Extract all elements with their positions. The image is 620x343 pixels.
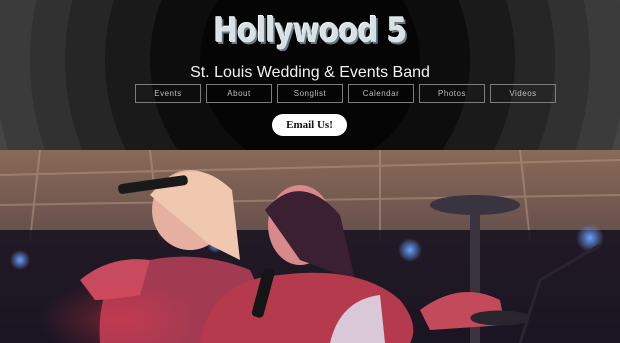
nav-item-about[interactable]: About [206, 84, 272, 103]
site-logo[interactable]: Hollywood 5 [43, 8, 576, 54]
nav-item-events[interactable]: Events [135, 84, 201, 103]
hero-photo [0, 150, 620, 343]
main-nav: Events About Songlist Calendar Photos Vi… [135, 84, 556, 103]
stage-light [10, 250, 30, 270]
nav-item-songlist[interactable]: Songlist [277, 84, 343, 103]
stage-light [398, 238, 422, 262]
band-photo-illustration [0, 150, 620, 343]
nav-item-photos[interactable]: Photos [419, 84, 485, 103]
site-tagline: St. Louis Wedding & Events Band [190, 64, 430, 81]
nav-item-videos[interactable]: Videos [490, 84, 556, 103]
nav-item-calendar[interactable]: Calendar [348, 84, 414, 103]
site-header: Hollywood 5 St. Louis Wedding & Events B… [0, 0, 620, 150]
stage-light [576, 224, 604, 252]
email-us-button[interactable]: Email Us! [272, 114, 347, 136]
